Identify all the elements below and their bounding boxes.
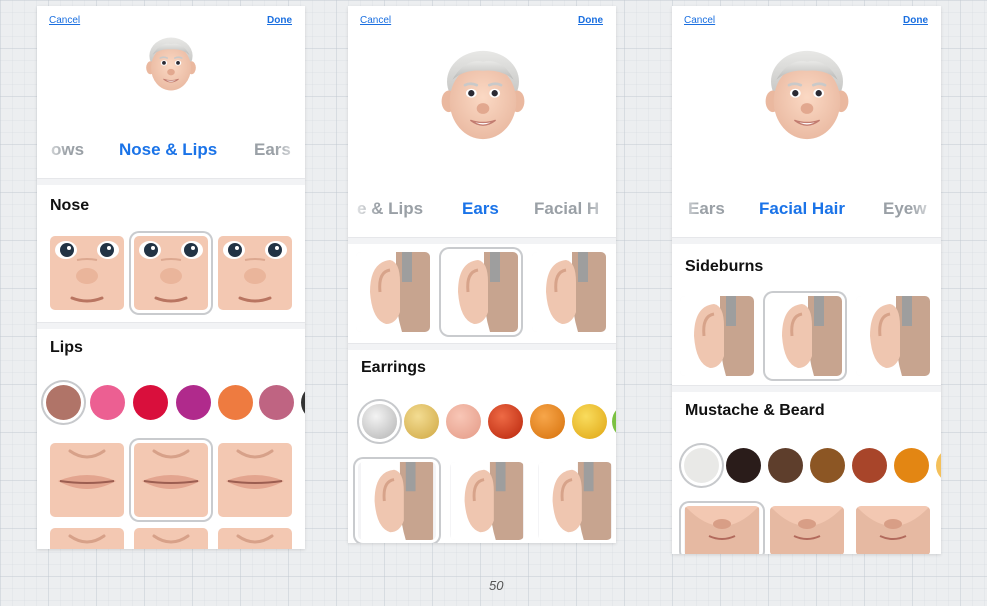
section-title-lips: Lips xyxy=(50,339,83,356)
earring-color-swatch[interactable] xyxy=(488,404,523,439)
lips-option[interactable] xyxy=(134,528,208,549)
ear-option[interactable] xyxy=(532,252,606,332)
done-button[interactable]: Done xyxy=(903,15,928,26)
avatar-preview xyxy=(438,36,528,154)
beard-option[interactable] xyxy=(856,506,930,554)
beard-color-swatch[interactable] xyxy=(894,448,929,483)
lips-option[interactable] xyxy=(218,528,292,549)
earring-option-selected[interactable] xyxy=(358,462,436,540)
cancel-button[interactable]: Cancel xyxy=(49,15,80,26)
section-title-mustache-beard: Mustache & Beard xyxy=(685,402,825,419)
lip-color-swatch[interactable] xyxy=(176,385,211,420)
category-tabs: e & Lips Ears Facial H xyxy=(348,199,616,227)
memoji-editor-facial-hair: Cancel Done Ears Facial Hair Eyew Sidebu… xyxy=(672,6,941,554)
lips-option[interactable] xyxy=(50,443,124,517)
avatar-preview xyxy=(144,28,198,100)
section-title-earrings: Earrings xyxy=(361,359,426,376)
beard-color-swatch[interactable] xyxy=(726,448,761,483)
avatar-preview xyxy=(762,36,852,154)
sideburns-option-selected[interactable] xyxy=(768,296,842,376)
beard-color-swatch[interactable] xyxy=(936,448,941,483)
cancel-button[interactable]: Cancel xyxy=(684,15,715,26)
earring-option[interactable] xyxy=(450,462,524,540)
tab-nose-lips[interactable]: Nose & Lips xyxy=(119,140,217,160)
beard-color-swatch[interactable] xyxy=(768,448,803,483)
beard-option[interactable] xyxy=(770,506,844,554)
done-button[interactable]: Done xyxy=(267,15,292,26)
earring-color-swatch[interactable] xyxy=(530,404,565,439)
tab-ears[interactable]: Ears xyxy=(462,199,499,219)
beard-option-selected[interactable] xyxy=(684,506,760,554)
earring-option[interactable] xyxy=(538,462,612,540)
section-title-nose: Nose xyxy=(50,197,90,214)
slide-page-number: 50 xyxy=(489,578,504,593)
nose-option-selected[interactable] xyxy=(134,236,208,310)
nose-option[interactable] xyxy=(50,236,124,310)
sideburns-option[interactable] xyxy=(856,296,930,376)
cancel-button[interactable]: Cancel xyxy=(360,15,391,26)
earring-color-swatch[interactable] xyxy=(362,404,397,439)
earring-color-swatch[interactable] xyxy=(446,404,481,439)
ear-option-selected[interactable] xyxy=(444,252,518,332)
sideburns-option[interactable] xyxy=(680,296,754,376)
lip-color-swatch[interactable] xyxy=(133,385,168,420)
section-title-sideburns: Sideburns xyxy=(685,258,764,275)
done-button[interactable]: Done xyxy=(578,15,603,26)
memoji-editor-ears: Cancel Done e & Lips Ears Facial H Earri… xyxy=(348,6,616,543)
category-tabs: Ears Facial Hair Eyew xyxy=(672,199,941,227)
tab-facial-hair[interactable]: Facial Hair xyxy=(759,199,845,219)
lip-color-swatch[interactable] xyxy=(301,385,305,420)
memoji-editor-nose-lips: Cancel Done ows Nose & Lips Ears Nose Li… xyxy=(37,6,305,549)
earring-color-swatch[interactable] xyxy=(612,404,616,439)
earring-color-swatch[interactable] xyxy=(572,404,607,439)
beard-color-swatch[interactable] xyxy=(852,448,887,483)
lip-color-swatch[interactable] xyxy=(259,385,294,420)
lip-color-swatch[interactable] xyxy=(46,385,81,420)
category-tabs: ows Nose & Lips Ears xyxy=(37,140,305,168)
beard-color-swatch[interactable] xyxy=(684,448,719,483)
nose-option[interactable] xyxy=(218,236,292,310)
lip-color-swatch[interactable] xyxy=(90,385,125,420)
ear-option[interactable] xyxy=(356,252,430,332)
lip-color-swatch[interactable] xyxy=(218,385,253,420)
lips-option-selected[interactable] xyxy=(134,443,208,517)
beard-color-swatch[interactable] xyxy=(810,448,845,483)
lips-option[interactable] xyxy=(50,528,124,549)
earring-color-swatch[interactable] xyxy=(404,404,439,439)
lips-option[interactable] xyxy=(218,443,292,517)
